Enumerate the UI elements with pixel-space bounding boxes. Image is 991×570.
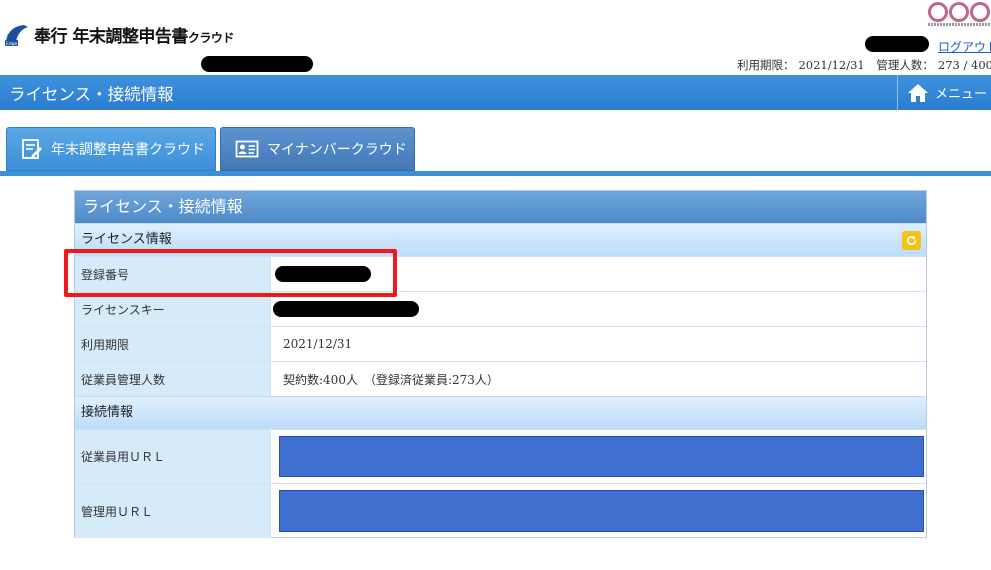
panel-title: ライセンス・接続情報 [75, 191, 926, 223]
license-summary: 利用期限： 2021/12/31 管理人数： 273 / 400 [729, 57, 991, 73]
row-label: 管理用ＵＲＬ [75, 484, 271, 538]
license-key-value [271, 292, 926, 326]
document-edit-icon [22, 139, 42, 159]
page-title: ライセンス・接続情報 [9, 85, 174, 104]
obc-logo-tagline [928, 23, 991, 26]
section-title: ライセンス情報 [81, 232, 172, 247]
refresh-icon [907, 235, 916, 246]
menu-label: メニュー [935, 87, 988, 102]
logout-link[interactable]: ログアウト [938, 38, 991, 55]
redacted-license-key [273, 301, 419, 317]
admin-count-label: 管理人数： [876, 58, 934, 72]
app-header: Edge 奉行 年末調整申告書クラウド ログアウト 利用期限：2021/12/3… [0, 0, 991, 75]
admin-count-value: 273 / 400 [937, 58, 991, 72]
table-row: 従業員用ＵＲＬ [75, 429, 926, 483]
redacted-employee-url [279, 436, 924, 477]
app-title: 奉行 年末調整申告書クラウド [34, 27, 234, 47]
table-row: 従業員管理人数 契約数:400人 （登録済従業員:273人） [75, 361, 926, 396]
obc-logo-icon [928, 2, 990, 22]
tab-label: マイナンバークラウド [267, 142, 407, 158]
highlight-box [64, 249, 397, 297]
table-row: 利用期限 2021/12/31 [75, 326, 926, 361]
svg-text:Edge: Edge [6, 41, 18, 47]
expiry-date-value: 2021/12/31 [283, 337, 353, 351]
product-tabs: 年末調整申告書クラウド マイナンバークラウド [0, 127, 991, 171]
redacted-user-name [865, 36, 929, 52]
tab-year-end-adjustment[interactable]: 年末調整申告書クラウド [6, 127, 216, 171]
tab-underline [0, 171, 991, 176]
connection-section-header: 接続情報 [75, 396, 926, 429]
refresh-button[interactable] [902, 231, 921, 250]
page-title-bar: ライセンス・接続情報 [0, 75, 991, 110]
employee-count-value: 契約数:400人 （登録済従業員:273人） [283, 372, 499, 387]
menu-button[interactable]: メニュー [897, 75, 991, 110]
app-logo: Edge 奉行 年末調整申告書クラウド [4, 22, 234, 47]
admin-url-value [271, 484, 926, 538]
table-row: 管理用ＵＲＬ [75, 483, 926, 538]
row-label: 利用期限 [75, 327, 271, 361]
tab-label: 年末調整申告書クラウド [51, 142, 205, 158]
tab-my-number[interactable]: マイナンバークラウド [220, 127, 415, 171]
id-card-icon [235, 140, 259, 158]
redacted-admin-url [279, 490, 924, 532]
expiry-label: 利用期限： [736, 58, 795, 72]
license-connection-panel: ライセンス・接続情報 ライセンス情報 登録番号 ライセンスキー 利用期限 202… [74, 190, 927, 538]
expiry-value: 2021/12/31 [798, 58, 865, 72]
row-label: 従業員用ＵＲＬ [75, 430, 271, 483]
section-title: 接続情報 [81, 405, 134, 420]
row-label: 従業員管理人数 [75, 362, 271, 396]
row-label: ライセンスキー [75, 292, 271, 326]
bugyo-logo-icon: Edge [4, 23, 30, 47]
home-icon [908, 83, 928, 102]
redacted-company-name [201, 56, 313, 72]
employee-url-value [271, 430, 926, 483]
